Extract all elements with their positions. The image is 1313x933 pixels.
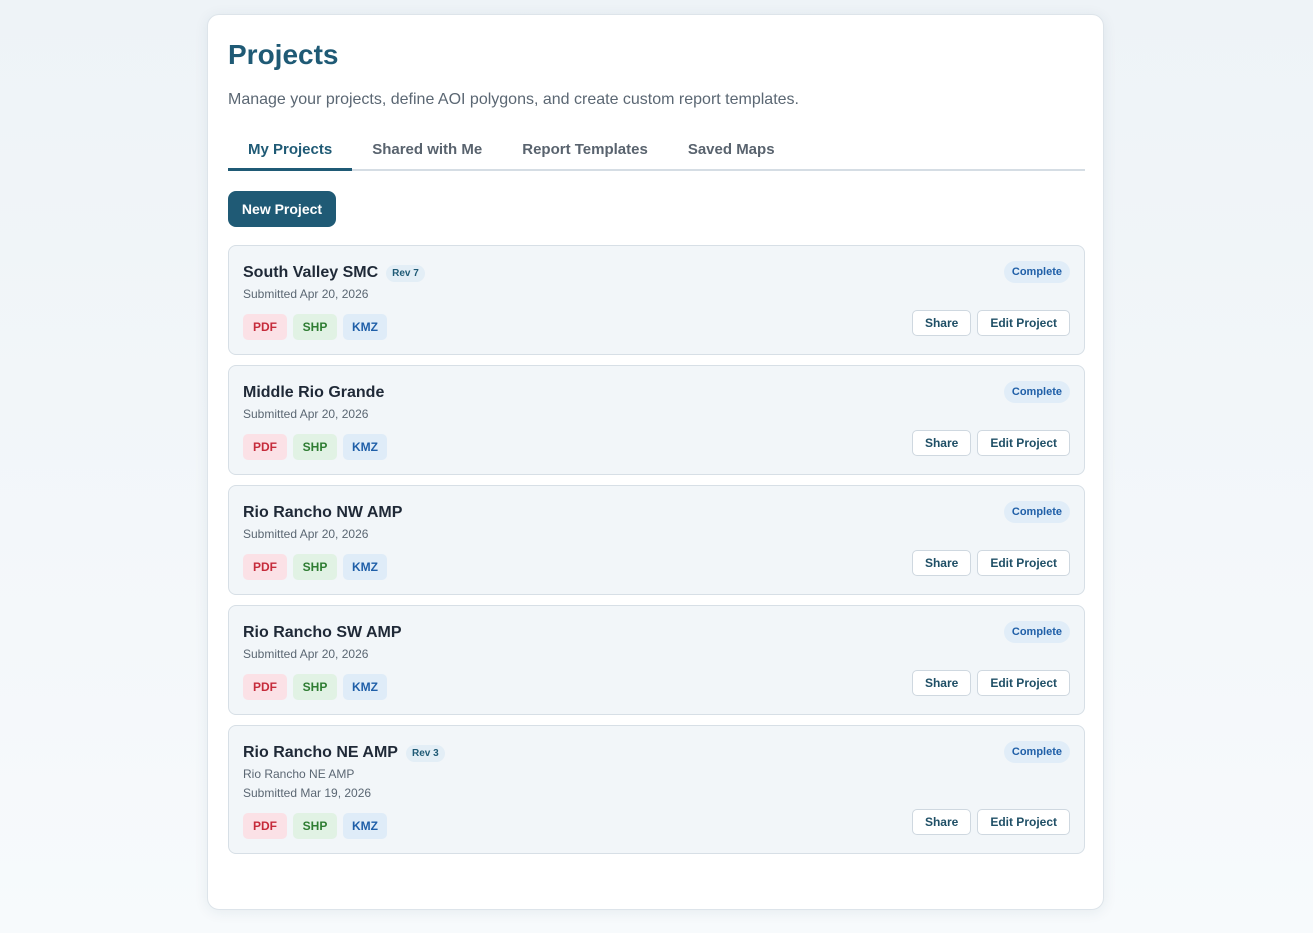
- pdf-download-button[interactable]: PDF: [243, 434, 287, 460]
- project-card: South Valley SMC Rev 7 Submitted Apr 20,…: [228, 245, 1085, 355]
- revision-badge: Rev 3: [405, 744, 445, 762]
- project-title-row: South Valley SMC Rev 7: [243, 263, 1070, 283]
- card-actions: Share Edit Project: [906, 670, 1070, 696]
- status-badge: Complete: [1003, 741, 1070, 763]
- project-title-row: Middle Rio Grande: [243, 383, 1070, 403]
- project-card: Rio Rancho NE AMP Rev 3 Rio Rancho NE AM…: [228, 725, 1085, 854]
- kmz-download-button[interactable]: KMZ: [343, 813, 387, 839]
- kmz-download-button[interactable]: KMZ: [343, 554, 387, 580]
- new-project-button[interactable]: New Project: [228, 191, 336, 227]
- status-badge: Complete: [1003, 621, 1070, 643]
- edit-project-button[interactable]: Edit Project: [977, 310, 1070, 336]
- submitted-date: Submitted Apr 20, 2026: [243, 647, 369, 661]
- tab-shared-with-me[interactable]: Shared with Me: [352, 139, 502, 169]
- share-button[interactable]: Share: [911, 310, 972, 336]
- project-title-row: Rio Rancho NE AMP Rev 3: [243, 743, 1070, 763]
- edit-project-button[interactable]: Edit Project: [977, 550, 1070, 576]
- status-badge: Complete: [1003, 381, 1070, 403]
- project-card: Middle Rio Grande Submitted Apr 20, 2026…: [228, 365, 1085, 475]
- card-actions: Share Edit Project: [906, 430, 1070, 456]
- kmz-download-button[interactable]: KMZ: [343, 434, 387, 460]
- pdf-download-button[interactable]: PDF: [243, 813, 287, 839]
- status-badge: Complete: [1003, 501, 1070, 523]
- shp-download-button[interactable]: SHP: [293, 554, 337, 580]
- page-subtitle: Manage your projects, define AOI polygon…: [228, 91, 799, 108]
- projects-panel: Projects Manage your projects, define AO…: [207, 14, 1104, 910]
- card-actions: Share Edit Project: [906, 550, 1070, 576]
- project-card: Rio Rancho SW AMP Submitted Apr 20, 2026…: [228, 605, 1085, 715]
- project-card: Rio Rancho NW AMP Submitted Apr 20, 2026…: [228, 485, 1085, 595]
- project-name: Rio Rancho NW AMP: [243, 504, 403, 521]
- shp-download-button[interactable]: SHP: [293, 674, 337, 700]
- edit-project-button[interactable]: Edit Project: [977, 670, 1070, 696]
- share-button[interactable]: Share: [911, 430, 972, 456]
- project-list: South Valley SMC Rev 7 Submitted Apr 20,…: [228, 245, 1085, 864]
- edit-project-button[interactable]: Edit Project: [977, 430, 1070, 456]
- project-title-row: Rio Rancho NW AMP: [243, 503, 1070, 523]
- pdf-download-button[interactable]: PDF: [243, 314, 287, 340]
- share-button[interactable]: Share: [911, 670, 972, 696]
- submitted-date: Submitted Apr 20, 2026: [243, 527, 369, 541]
- card-actions: Share Edit Project: [906, 809, 1070, 835]
- submitted-date: Submitted Mar 19, 2026: [243, 786, 372, 800]
- project-name: South Valley SMC: [243, 264, 379, 281]
- tab-bar: My Projects Shared with Me Report Templa…: [228, 139, 1085, 171]
- edit-project-button[interactable]: Edit Project: [977, 809, 1070, 835]
- pdf-download-button[interactable]: PDF: [243, 554, 287, 580]
- card-actions: Share Edit Project: [906, 310, 1070, 336]
- pdf-download-button[interactable]: PDF: [243, 674, 287, 700]
- shp-download-button[interactable]: SHP: [293, 314, 337, 340]
- submitted-date: Submitted Apr 20, 2026: [243, 287, 369, 301]
- tab-report-templates[interactable]: Report Templates: [502, 139, 668, 169]
- tab-my-projects[interactable]: My Projects: [228, 139, 353, 171]
- kmz-download-button[interactable]: KMZ: [343, 314, 387, 340]
- submitted-date: Submitted Apr 20, 2026: [243, 407, 369, 421]
- project-name: Rio Rancho NE AMP: [243, 744, 398, 761]
- tab-saved-maps[interactable]: Saved Maps: [668, 139, 795, 169]
- share-button[interactable]: Share: [911, 550, 972, 576]
- kmz-download-button[interactable]: KMZ: [343, 674, 387, 700]
- share-button[interactable]: Share: [911, 809, 972, 835]
- shp-download-button[interactable]: SHP: [293, 813, 337, 839]
- page-title: Projects: [228, 39, 339, 70]
- status-badge: Complete: [1003, 261, 1070, 283]
- project-title-row: Rio Rancho SW AMP: [243, 623, 1070, 643]
- project-description: Rio Rancho NE AMP: [243, 767, 355, 781]
- revision-badge: Rev 7: [386, 264, 425, 282]
- project-name: Rio Rancho SW AMP: [243, 624, 402, 641]
- shp-download-button[interactable]: SHP: [293, 434, 337, 460]
- project-name: Middle Rio Grande: [243, 384, 385, 401]
